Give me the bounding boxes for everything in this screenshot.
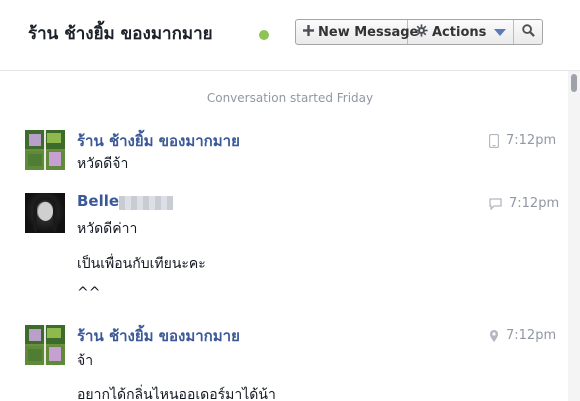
scrollbar-track[interactable] <box>568 71 580 401</box>
sender-name[interactable]: Belle <box>77 192 119 210</box>
message-text: หวัดดีจ้า <box>77 156 129 172</box>
conversation-header: ร้าน ช้างยิ้ม ของมากมาย New Message Acti… <box>0 0 580 71</box>
message-text: จ้า <box>77 353 94 369</box>
message-meta: 7:12pm <box>489 328 556 343</box>
message-text: เป็นเพื่อนกับเทียนะคะ <box>77 256 206 272</box>
message-meta: 7:12pm <box>489 196 559 211</box>
sender-name[interactable]: ร้าน ช้างยิ้ม ของมากมาย <box>77 129 240 153</box>
gear-icon <box>415 23 428 41</box>
chat-icon <box>489 197 502 210</box>
header-button-group: New Message Actions <box>295 19 543 45</box>
avatar[interactable] <box>25 130 65 170</box>
online-status-icon <box>259 30 269 40</box>
chevron-down-icon <box>494 28 507 36</box>
message-text: ^^ <box>77 285 101 301</box>
mobile-icon <box>489 133 499 148</box>
message-time: 7:12pm <box>506 328 557 343</box>
search-button[interactable] <box>514 20 542 44</box>
sender-name[interactable]: ร้าน ช้างยิ้ม ของมากมาย <box>77 324 240 348</box>
location-icon <box>490 329 498 342</box>
redacted-surname <box>119 196 173 210</box>
avatar[interactable] <box>25 193 65 233</box>
plus-icon <box>303 24 314 40</box>
scrollbar-thumb[interactable] <box>571 74 577 92</box>
new-message-button[interactable]: New Message <box>296 20 418 44</box>
message-list[interactable]: Conversation started Friday ร้าน ช้างยิ้… <box>0 71 568 401</box>
conversation-start-label: Conversation started Friday <box>206 91 374 105</box>
new-message-label: New Message <box>318 24 419 40</box>
message-text: หวัดดีค่าา <box>77 221 138 237</box>
message-meta: 7:12pm <box>489 133 556 148</box>
actions-label: Actions <box>432 24 487 40</box>
search-icon <box>521 23 535 41</box>
avatar[interactable] <box>25 325 65 365</box>
actions-button[interactable]: Actions <box>408 20 514 44</box>
message-time: 7:12pm <box>506 133 557 148</box>
message-text: อยากได้กลิ่นไหนออเดอร์มาได้น้า <box>77 387 276 401</box>
message-time: 7:12pm <box>509 196 560 211</box>
conversation-title[interactable]: ร้าน ช้างยิ้ม ของมากมาย <box>28 20 213 47</box>
